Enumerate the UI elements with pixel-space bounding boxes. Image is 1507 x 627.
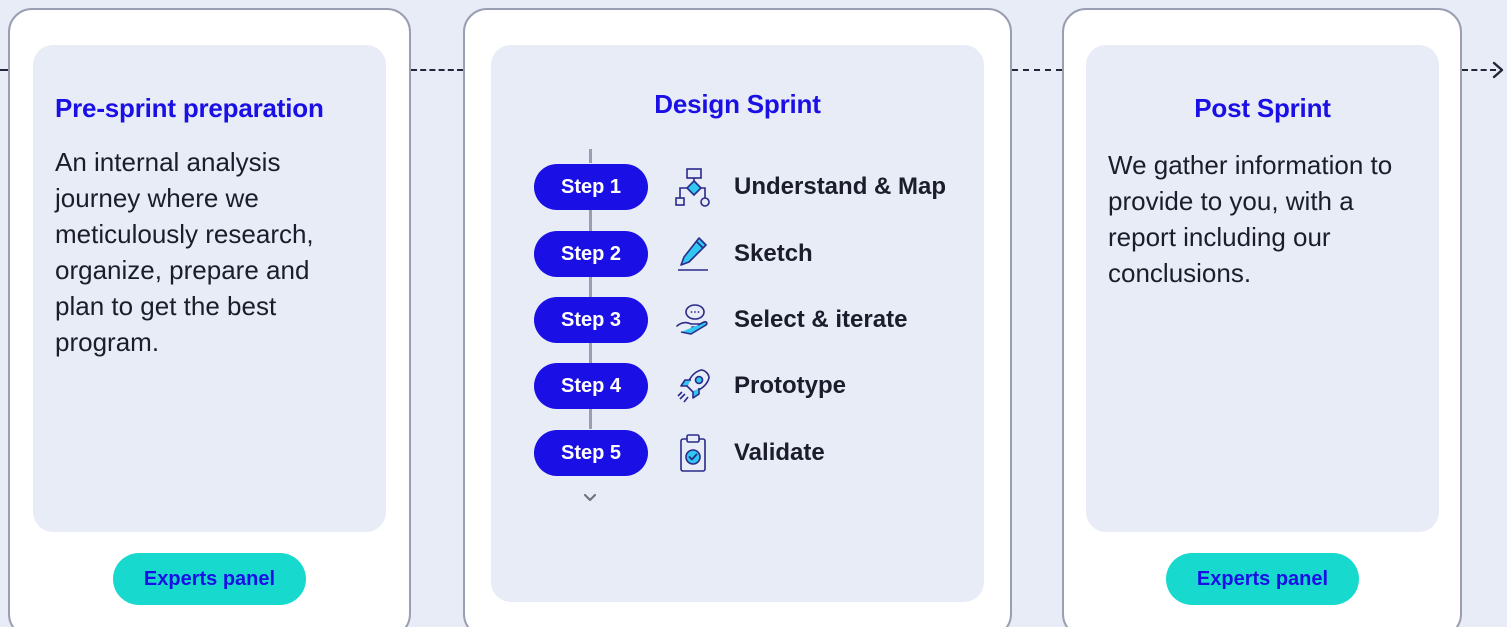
step-label: Sketch xyxy=(734,240,813,267)
timeline-line xyxy=(589,209,592,231)
step-label: Select & iterate xyxy=(734,306,908,333)
hand-speech-bubble-icon xyxy=(676,304,708,335)
step-badge[interactable]: Step 4 xyxy=(534,363,648,409)
pre-sprint-card: Pre-sprint preparation An internal analy… xyxy=(8,8,411,627)
timeline-line xyxy=(589,343,592,363)
design-sprint-title: Design Sprint xyxy=(654,89,821,119)
step-label: Prototype xyxy=(734,372,847,399)
experts-panel-button[interactable]: Experts panel xyxy=(1166,553,1359,605)
connector-1-2 xyxy=(411,69,463,71)
timeline-line xyxy=(589,277,592,297)
post-sprint-panel: Post Sprint We gather information to pro… xyxy=(1086,45,1439,532)
post-sprint-card: Post Sprint We gather information to pro… xyxy=(1062,8,1462,627)
flowchart-icon xyxy=(675,168,710,207)
pre-sprint-title: Pre-sprint preparation xyxy=(55,93,324,123)
design-sprint-panel: Design Sprint Step 1 Understand & Map St… xyxy=(491,45,984,602)
rocket-icon xyxy=(677,369,710,403)
step-badge[interactable]: Step 1 xyxy=(534,164,648,210)
post-sprint-description: We gather information to provide to you,… xyxy=(1108,150,1393,288)
timeline-line xyxy=(589,409,592,429)
step-badge[interactable]: Step 5 xyxy=(534,430,648,476)
step-badge[interactable]: Step 3 xyxy=(534,297,648,343)
chevron-down-icon xyxy=(583,493,597,502)
arrow-right-icon xyxy=(1492,61,1504,79)
step-label: Validate xyxy=(734,439,825,466)
pencil-icon xyxy=(678,237,708,271)
step-badge[interactable]: Step 2 xyxy=(534,231,648,277)
design-sprint-card: Design Sprint Step 1 Understand & Map St… xyxy=(463,8,1012,627)
post-sprint-title: Post Sprint xyxy=(1194,93,1331,123)
timeline-line xyxy=(589,149,592,163)
pre-sprint-description: An internal analysis journey where we me… xyxy=(55,147,314,357)
step-label: Understand & Map xyxy=(734,173,947,200)
pre-sprint-panel: Pre-sprint preparation An internal analy… xyxy=(33,45,386,532)
clipboard-check-icon xyxy=(680,434,706,472)
connector-left xyxy=(0,69,8,71)
connector-2-3 xyxy=(1012,69,1062,71)
experts-panel-button[interactable]: Experts panel xyxy=(113,553,306,605)
